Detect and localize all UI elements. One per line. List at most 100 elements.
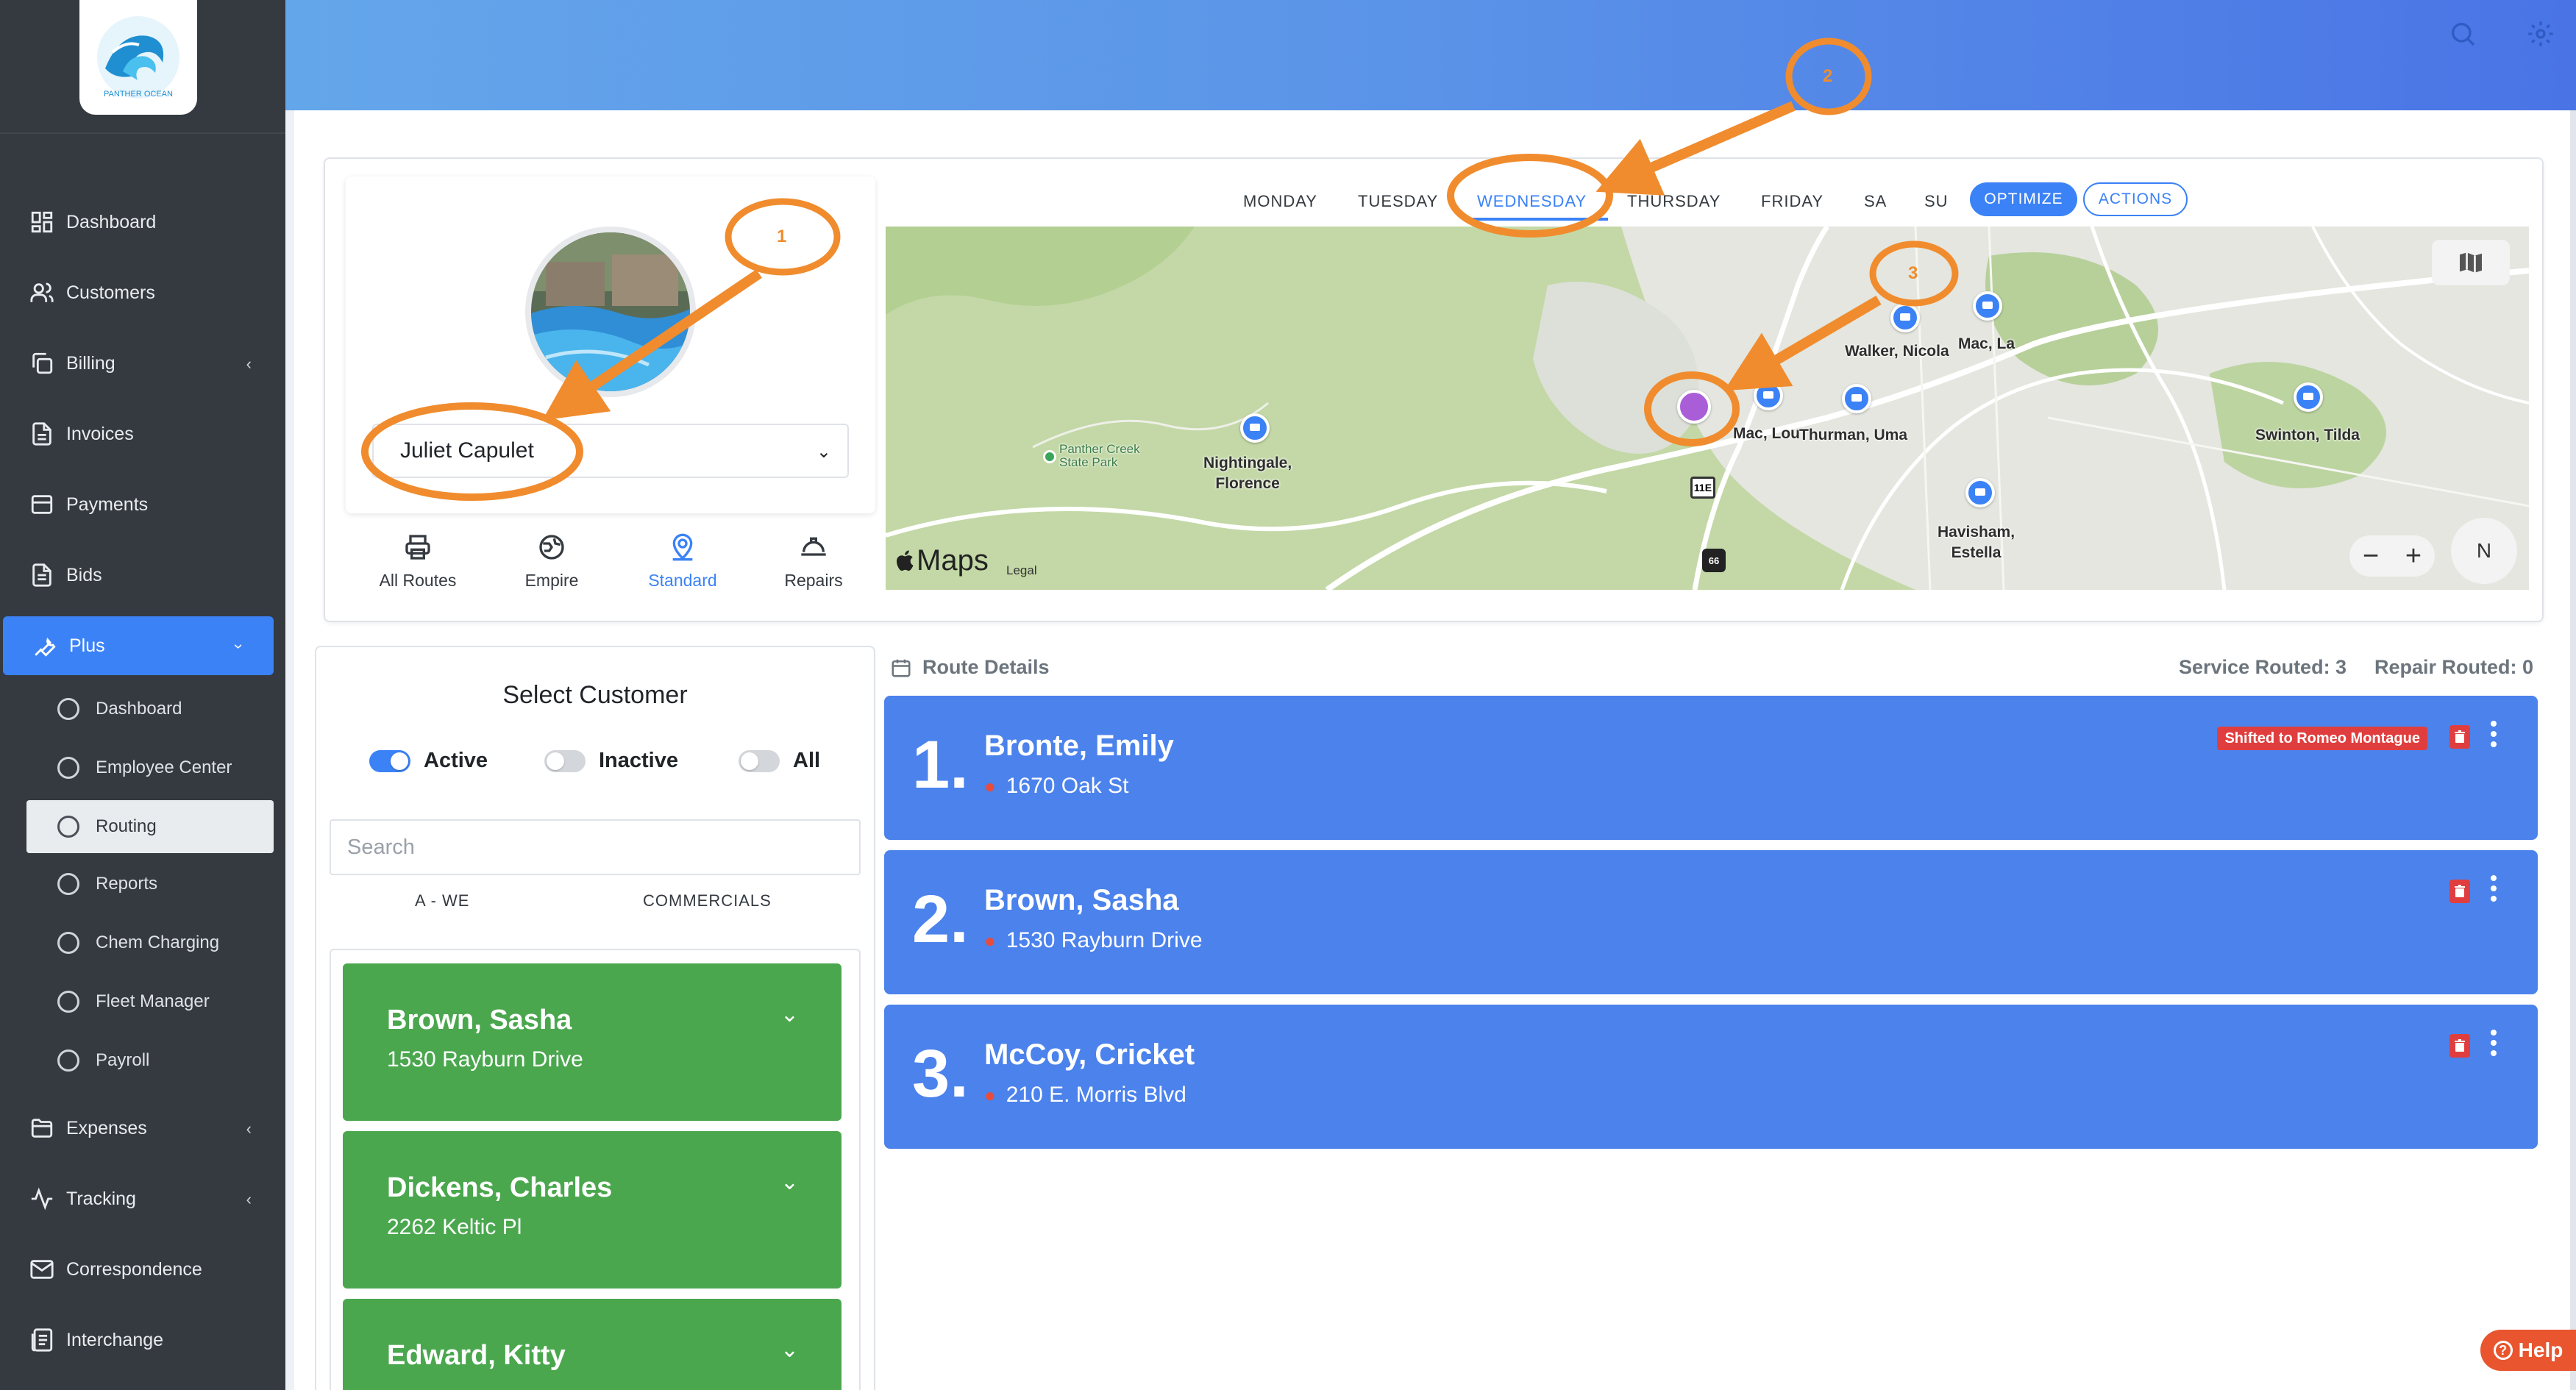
selected-stop-pin-icon[interactable] <box>1677 390 1711 424</box>
tab-wednesday[interactable]: WEDNESDAY <box>1477 185 1587 218</box>
map-pin-icon[interactable] <box>1890 303 1920 332</box>
route-stop-card[interactable]: 2. Brown, Sasha ● 1530 Rayburn Drive <box>884 850 2538 994</box>
more-options-icon[interactable] <box>2491 875 2498 906</box>
sub-item-employee-center[interactable]: Employee Center <box>26 741 274 794</box>
calendar-icon <box>892 659 911 677</box>
route-type-empire[interactable]: Empire <box>485 532 618 599</box>
stop-customer-name: Bronte, Emily <box>984 730 1174 762</box>
map-pin-icon[interactable] <box>2294 382 2323 412</box>
actions-button[interactable]: ACTIONS <box>2083 182 2188 216</box>
route-stop-card[interactable]: 3. McCoy, Cricket ● 210 E. Morris Blvd <box>884 1005 2538 1149</box>
more-options-icon[interactable] <box>2491 1030 2498 1061</box>
page-scrollbar[interactable] <box>2570 110 2576 1390</box>
park-icon <box>1043 450 1056 463</box>
gear-icon[interactable] <box>2526 19 2558 51</box>
customer-select[interactable]: Juliet Capulet ⌄ <box>372 424 849 478</box>
tab-commercials[interactable]: COMMERCIALS <box>643 891 772 910</box>
question-icon: ? <box>2493 1341 2513 1360</box>
map-type-button[interactable] <box>2432 240 2510 285</box>
filter-inactive-toggle[interactable]: Inactive <box>544 749 678 773</box>
compass-icon: N <box>2476 539 2492 562</box>
map-marker-icon: ● <box>984 929 996 952</box>
map-legal-link[interactable]: Legal <box>1006 563 1037 578</box>
compass-control[interactable]: N <box>2451 518 2517 584</box>
tab-thursday[interactable]: THURSDAY <box>1627 185 1721 218</box>
sidebar-item-plus[interactable]: Plus ‹ <box>3 616 274 675</box>
route-type-repairs[interactable]: Repairs <box>747 532 880 599</box>
route-stop-card[interactable]: 1. Bronte, Emily ● 1670 Oak St Shifted to… <box>884 696 2538 840</box>
circle-icon <box>57 698 79 720</box>
chevron-down-icon[interactable]: ⌄ <box>780 1337 799 1363</box>
sub-item-fleet-manager[interactable]: Fleet Manager <box>26 975 274 1028</box>
customer-list-item[interactable]: Brown, Sasha 1530 Rayburn Drive ⌄ <box>343 963 842 1121</box>
sub-item-routing[interactable]: Routing <box>26 800 274 853</box>
filter-all-toggle[interactable]: All <box>739 749 820 773</box>
sidebar-item-correspondence[interactable]: Correspondence <box>0 1240 285 1299</box>
chevron-down-icon[interactable]: ⌄ <box>780 1169 799 1195</box>
help-button[interactable]: ? Help <box>2480 1330 2576 1371</box>
sidebar-item-dashboard[interactable]: Dashboard <box>0 193 285 252</box>
stop-address: ● 1670 Oak St <box>984 774 1129 798</box>
route-type-label: Standard <box>648 571 717 590</box>
sub-item-dashboard[interactable]: Dashboard <box>26 682 274 735</box>
trash-icon[interactable] <box>2449 1034 2470 1058</box>
toggle-switch[interactable] <box>739 749 780 772</box>
toggle-switch[interactable] <box>544 749 586 772</box>
route-map[interactable]: Panther Creek State Park Nightingale, Flor… <box>886 227 2529 590</box>
map-stop-label: Havisham, Estella <box>1938 524 2015 561</box>
select-customer-title: Select Customer <box>502 681 688 709</box>
map-stop-label: Walker, Nicola <box>1845 343 1949 360</box>
tab-monday[interactable]: MONDAY <box>1243 185 1317 218</box>
sub-item-reports[interactable]: Reports <box>26 858 274 910</box>
filter-active-toggle[interactable]: Active <box>369 749 488 773</box>
customer-search-input[interactable] <box>330 819 861 875</box>
customer-list-item[interactable]: Edward, Kitty ⌄ <box>343 1299 842 1390</box>
map-zoom-control[interactable]: − + <box>2349 535 2435 577</box>
file-icon <box>28 420 56 448</box>
sidebar-item-bids[interactable]: Bids <box>0 546 285 605</box>
toggle-switch[interactable] <box>369 749 410 772</box>
stop-address: ● 1530 Rayburn Drive <box>984 928 1203 952</box>
sidebar-item-expenses[interactable]: Expenses ‹ <box>0 1099 285 1158</box>
sub-item-chem-charging[interactable]: Chem Charging <box>26 916 274 969</box>
map-pin-icon[interactable] <box>1240 413 1270 443</box>
route-type-all-routes[interactable]: All Routes <box>352 532 484 599</box>
stop-number: 2. <box>912 882 969 957</box>
sidebar-item-invoices[interactable]: Invoices <box>0 404 285 463</box>
trash-icon[interactable] <box>2449 725 2470 749</box>
zoom-in-icon[interactable]: + <box>2405 541 2422 572</box>
chevron-down-icon[interactable]: ⌄ <box>780 1002 799 1027</box>
route-type-standard[interactable]: Standard <box>616 532 749 599</box>
sidebar-item-payments[interactable]: Payments <box>0 475 285 534</box>
tab-tuesday[interactable]: TUESDAY <box>1358 185 1438 218</box>
brand-logo[interactable]: PANTHER OCEAN <box>79 0 197 115</box>
map-pin-icon[interactable] <box>1965 478 1995 507</box>
trash-icon[interactable] <box>2449 880 2470 903</box>
sub-item-payroll[interactable]: Payroll <box>26 1034 274 1087</box>
tab-friday[interactable]: FRIDAY <box>1761 185 1824 218</box>
zoom-out-icon[interactable]: − <box>2363 541 2379 572</box>
customer-list-item[interactable]: Dickens, Charles 2262 Keltic Pl ⌄ <box>343 1131 842 1289</box>
tab-a-we[interactable]: A - WE <box>415 891 469 910</box>
sidebar: PANTHER OCEAN Dashboard Customers Billin… <box>0 0 285 1390</box>
map-pin-icon[interactable] <box>1754 381 1783 410</box>
tab-saturday[interactable]: SA <box>1864 185 1887 218</box>
sidebar-item-billing[interactable]: Billing ‹ <box>0 334 285 393</box>
sub-item-label: Routing <box>96 816 157 836</box>
map-pin-icon[interactable] <box>1973 291 2002 321</box>
tab-sunday[interactable]: SU <box>1924 185 1949 218</box>
map-pin-icon[interactable] <box>1842 384 1871 413</box>
file-text-icon <box>28 561 56 589</box>
sidebar-item-customers[interactable]: Customers <box>0 263 285 322</box>
sidebar-item-interchange[interactable]: Interchange <box>0 1311 285 1369</box>
sub-item-label: Reports <box>96 874 158 894</box>
sidebar-item-tracking[interactable]: Tracking ‹ <box>0 1169 285 1228</box>
optimize-button[interactable]: OPTIMIZE <box>1970 182 2077 216</box>
toggle-label: Inactive <box>599 749 678 772</box>
customer-address: 1530 Rayburn Drive <box>387 1047 583 1072</box>
route-details-title: Route Details <box>922 656 1050 678</box>
more-options-icon[interactable] <box>2491 721 2498 752</box>
stop-customer-name: Brown, Sasha <box>984 884 1179 916</box>
search-icon[interactable] <box>2448 19 2480 51</box>
customer-select-value: Juliet Capulet <box>400 438 534 463</box>
